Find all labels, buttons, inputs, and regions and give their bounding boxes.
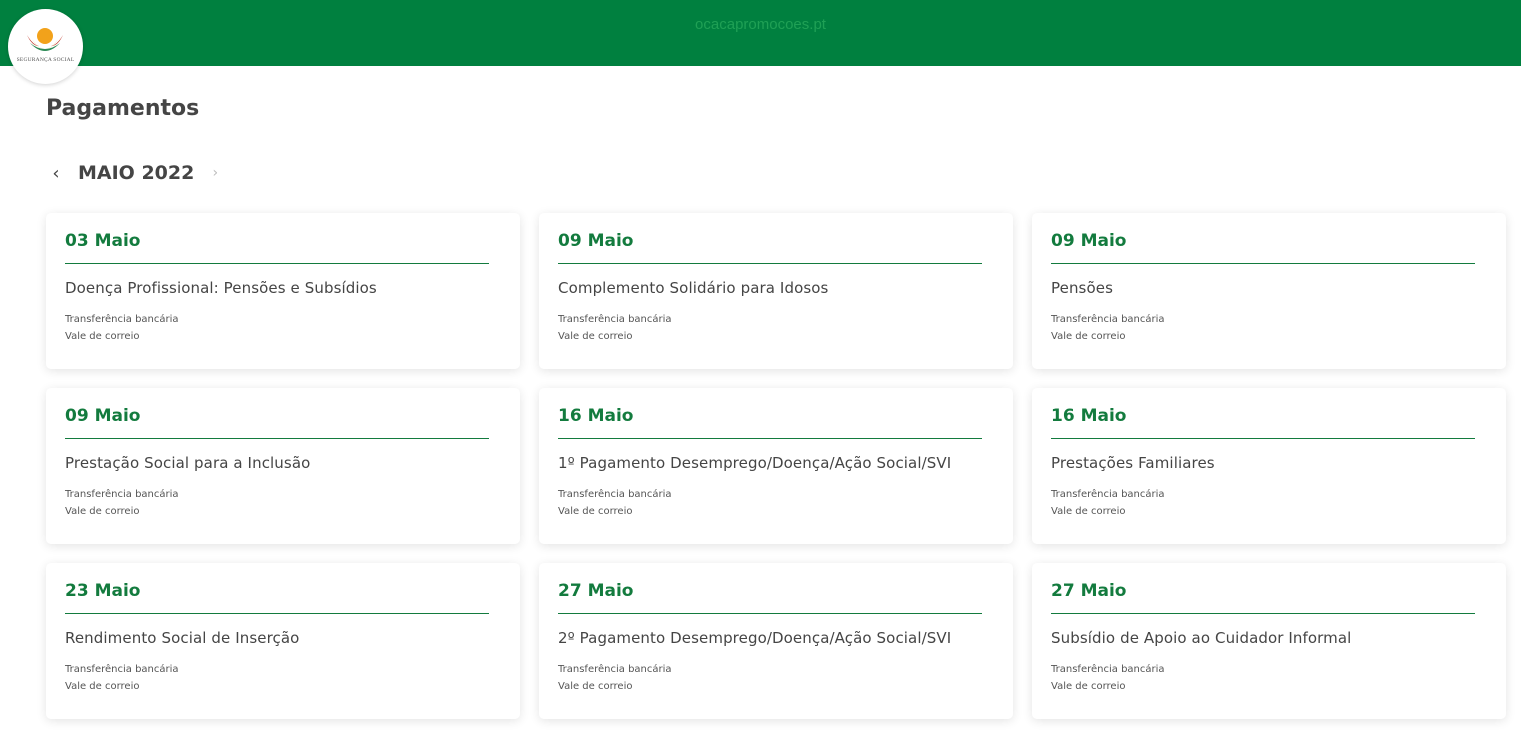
payment-method: Vale de correio xyxy=(558,506,633,517)
seguranca-social-logo[interactable]: SEGURANÇA SOCIAL xyxy=(8,9,83,84)
payment-date: 16 Maio xyxy=(558,406,634,426)
divider xyxy=(558,263,982,264)
payment-method: Vale de correio xyxy=(1051,331,1126,342)
divider xyxy=(65,263,489,264)
payment-card: 16 Maio 1º Pagamento Desemprego/Doença/A… xyxy=(539,388,1013,544)
payment-title: Prestação Social para a Inclusão xyxy=(65,454,311,472)
payment-card: 09 Maio Complemento Solidário para Idoso… xyxy=(539,213,1013,369)
payment-method: Transferência bancária xyxy=(65,314,179,325)
payments-grid: 03 Maio Doença Profissional: Pensões e S… xyxy=(46,213,1506,719)
divider xyxy=(1051,438,1475,439)
payment-method: Transferência bancária xyxy=(65,489,179,500)
payment-title: 1º Pagamento Desemprego/Doença/Ação Soci… xyxy=(558,454,952,472)
payment-date: 09 Maio xyxy=(65,406,141,426)
payment-method: Vale de correio xyxy=(1051,681,1126,692)
payment-card: 03 Maio Doença Profissional: Pensões e S… xyxy=(46,213,520,369)
month-navigator: ‹ MAIO 2022 › xyxy=(46,158,222,188)
payment-title: Prestações Familiares xyxy=(1051,454,1215,472)
payment-method: Transferência bancária xyxy=(1051,489,1165,500)
payment-method: Vale de correio xyxy=(558,331,633,342)
payment-card: 09 Maio Pensões Transferência bancária V… xyxy=(1032,213,1506,369)
payment-method: Vale de correio xyxy=(558,681,633,692)
payment-date: 09 Maio xyxy=(558,231,634,251)
payment-date: 23 Maio xyxy=(65,581,141,601)
payment-date: 16 Maio xyxy=(1051,406,1127,426)
payment-method: Vale de correio xyxy=(65,506,140,517)
payment-method: Vale de correio xyxy=(65,331,140,342)
payment-method: Transferência bancária xyxy=(1051,664,1165,675)
payment-date: 27 Maio xyxy=(558,581,634,601)
payment-card: 27 Maio 2º Pagamento Desemprego/Doença/A… xyxy=(539,563,1013,719)
month-label: MAIO 2022 xyxy=(78,162,195,184)
payment-title: Pensões xyxy=(1051,279,1113,297)
payment-card: 23 Maio Rendimento Social de Inserção Tr… xyxy=(46,563,520,719)
divider xyxy=(65,438,489,439)
divider xyxy=(1051,613,1475,614)
payment-date: 27 Maio xyxy=(1051,581,1127,601)
logo-emblem-icon xyxy=(27,28,63,51)
top-header-bar: ocacapromocoes.pt xyxy=(0,0,1521,66)
payment-title: Complemento Solidário para Idosos xyxy=(558,279,829,297)
chevron-left-icon[interactable]: ‹ xyxy=(46,163,66,184)
logo-text: SEGURANÇA SOCIAL xyxy=(16,57,75,63)
payment-date: 09 Maio xyxy=(1051,231,1127,251)
payment-card: 09 Maio Prestação Social para a Inclusão… xyxy=(46,388,520,544)
payment-method: Transferência bancária xyxy=(65,664,179,675)
payment-title: 2º Pagamento Desemprego/Doença/Ação Soci… xyxy=(558,629,952,647)
divider xyxy=(1051,263,1475,264)
payment-date: 03 Maio xyxy=(65,231,141,251)
payment-method: Vale de correio xyxy=(1051,506,1126,517)
payment-title: Doença Profissional: Pensões e Subsídios xyxy=(65,279,377,297)
payment-method: Transferência bancária xyxy=(558,314,672,325)
site-domain-text: ocacapromocoes.pt xyxy=(695,16,826,33)
payment-card: 27 Maio Subsídio de Apoio ao Cuidador In… xyxy=(1032,563,1506,719)
divider xyxy=(65,613,489,614)
payment-title: Subsídio de Apoio ao Cuidador Informal xyxy=(1051,629,1352,647)
chevron-right-icon[interactable]: › xyxy=(208,165,222,181)
payment-method: Transferência bancária xyxy=(1051,314,1165,325)
payment-method: Transferência bancária xyxy=(558,664,672,675)
page-title: Pagamentos xyxy=(46,96,200,121)
payment-method: Transferência bancária xyxy=(558,489,672,500)
divider xyxy=(558,438,982,439)
payment-title: Rendimento Social de Inserção xyxy=(65,629,300,647)
payment-card: 16 Maio Prestações Familiares Transferên… xyxy=(1032,388,1506,544)
payment-method: Vale de correio xyxy=(65,681,140,692)
divider xyxy=(558,613,982,614)
